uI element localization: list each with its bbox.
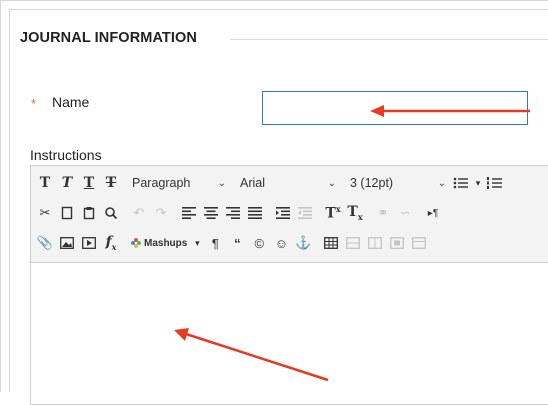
format-dropdown-value: Paragraph xyxy=(132,176,191,190)
unlink-button[interactable]: ∽ xyxy=(394,202,416,224)
insert-table-button[interactable] xyxy=(320,232,342,254)
name-input[interactable] xyxy=(262,91,528,125)
insert-image-button[interactable] xyxy=(56,232,78,254)
table-row-icon xyxy=(346,237,361,249)
section-divider xyxy=(230,39,548,40)
underline-button[interactable]: T xyxy=(78,172,100,194)
table-cell-button[interactable] xyxy=(386,232,408,254)
name-label: Name xyxy=(52,94,90,110)
emoji-icon: ☺ xyxy=(274,235,288,251)
superscript-icon: Tx xyxy=(325,204,341,222)
blockquote-button[interactable]: “ xyxy=(226,232,248,254)
undo-icon: ↶ xyxy=(133,205,145,220)
outdent-icon xyxy=(298,207,312,219)
justify-button[interactable] xyxy=(244,202,266,224)
chevron-down-icon[interactable]: ▾ xyxy=(190,232,204,254)
table-cell-icon xyxy=(390,237,405,249)
size-dropdown-value: 3 (12pt) xyxy=(350,176,394,190)
align-right-icon xyxy=(226,207,240,219)
media-icon xyxy=(82,237,96,249)
table-merge-icon xyxy=(412,237,427,249)
chevron-down-icon: ⌄ xyxy=(327,177,336,189)
link-icon: ⚭ xyxy=(377,205,389,220)
align-center-button[interactable] xyxy=(200,202,222,224)
bullet-list-button[interactable] xyxy=(450,172,472,194)
paste-button[interactable] xyxy=(78,202,100,224)
toolbar-row-3: 📎 fx Mashups ▾ ¶ “ © ☺ ⚓ xyxy=(34,230,430,256)
attach-icon: 📎 xyxy=(36,235,54,250)
paragraph-mark-button[interactable]: ¶ xyxy=(204,232,226,254)
ltr-icon: ▸¶ xyxy=(427,207,439,219)
indent-icon xyxy=(276,207,290,219)
subscript-button[interactable]: Tx xyxy=(344,202,366,224)
table-merge-button[interactable] xyxy=(408,232,430,254)
table-column-icon xyxy=(368,237,383,249)
formula-button[interactable]: fx xyxy=(100,232,122,254)
table-col-button[interactable] xyxy=(364,232,386,254)
align-center-icon xyxy=(204,207,218,219)
italic-button[interactable]: T xyxy=(56,172,78,194)
mashups-icon xyxy=(131,238,141,248)
chevron-down-icon: ⌄ xyxy=(437,177,446,189)
editor-toolbar: T T T T Paragraph ⌄ Arial ⌄ 3 (12pt) ⌄ ▾ ✂ xyxy=(31,166,548,263)
mashups-label: Mashups xyxy=(144,237,188,249)
font-dropdown-value: Arial xyxy=(240,176,266,190)
superscript-button[interactable]: Tx xyxy=(322,202,344,224)
toolbar-row-1: T T T T Paragraph ⌄ Arial ⌄ 3 (12pt) ⌄ ▾ xyxy=(34,170,506,196)
link-button[interactable]: ⚭ xyxy=(372,202,394,224)
redo-icon: ↷ xyxy=(155,205,167,220)
copy-icon xyxy=(61,206,73,220)
image-icon xyxy=(60,237,74,249)
redo-button[interactable]: ↷ xyxy=(150,202,172,224)
find-button[interactable] xyxy=(100,202,122,224)
insert-media-button[interactable] xyxy=(78,232,100,254)
undo-button[interactable]: ↶ xyxy=(128,202,150,224)
bullet-list-icon xyxy=(453,177,468,189)
numbered-list-button[interactable] xyxy=(484,172,506,194)
instructions-editor: T T T T Paragraph ⌄ Arial ⌄ 3 (12pt) ⌄ ▾ ✂ xyxy=(30,165,548,405)
size-dropdown[interactable]: 3 (12pt) ⌄ xyxy=(346,172,450,194)
formula-icon: fx xyxy=(105,234,117,252)
font-dropdown[interactable]: Arial ⌄ xyxy=(236,172,340,194)
ltr-button[interactable]: ▸¶ xyxy=(422,202,444,224)
justify-icon xyxy=(248,207,262,219)
copy-button[interactable] xyxy=(56,202,78,224)
cut-icon: ✂ xyxy=(39,205,51,220)
table-icon xyxy=(324,237,339,249)
align-left-button[interactable] xyxy=(178,202,200,224)
indent-button[interactable] xyxy=(272,202,294,224)
paragraph-mark-icon: ¶ xyxy=(211,235,219,251)
toolbar-row-2: ✂ ↶ ↷ Tx Tx ⚭ ∽ ▸¶ xyxy=(34,200,444,226)
paste-icon xyxy=(83,207,95,220)
chevron-down-icon: ⌄ xyxy=(217,177,226,189)
anchor-button[interactable]: ⚓ xyxy=(292,232,314,254)
instructions-label: Instructions xyxy=(30,147,102,163)
bold-button[interactable]: T xyxy=(34,172,56,194)
anchor-icon: ⚓ xyxy=(295,235,312,250)
special-char-button[interactable]: © xyxy=(248,232,270,254)
unlink-icon: ∽ xyxy=(399,205,411,220)
chevron-down-icon[interactable]: ▾ xyxy=(472,172,484,194)
strikethrough-button[interactable]: T xyxy=(100,172,122,194)
numbered-list-icon xyxy=(487,177,502,189)
copyright-icon: © xyxy=(254,235,265,251)
emoticon-button[interactable]: ☺ xyxy=(270,232,292,254)
align-left-icon xyxy=(182,207,196,219)
attach-file-button[interactable]: 📎 xyxy=(34,232,56,254)
subscript-icon: Tx xyxy=(347,204,363,222)
section-title: JOURNAL INFORMATION xyxy=(20,30,197,46)
mashups-button[interactable]: Mashups xyxy=(128,232,190,254)
instructions-content-area[interactable] xyxy=(31,263,548,404)
cut-button[interactable]: ✂ xyxy=(34,202,56,224)
quote-icon: “ xyxy=(234,235,241,251)
align-right-button[interactable] xyxy=(222,202,244,224)
search-icon xyxy=(105,207,118,220)
outdent-button[interactable] xyxy=(294,202,316,224)
required-marker: * xyxy=(31,96,37,111)
table-row-button[interactable] xyxy=(342,232,364,254)
format-dropdown[interactable]: Paragraph ⌄ xyxy=(128,172,230,194)
